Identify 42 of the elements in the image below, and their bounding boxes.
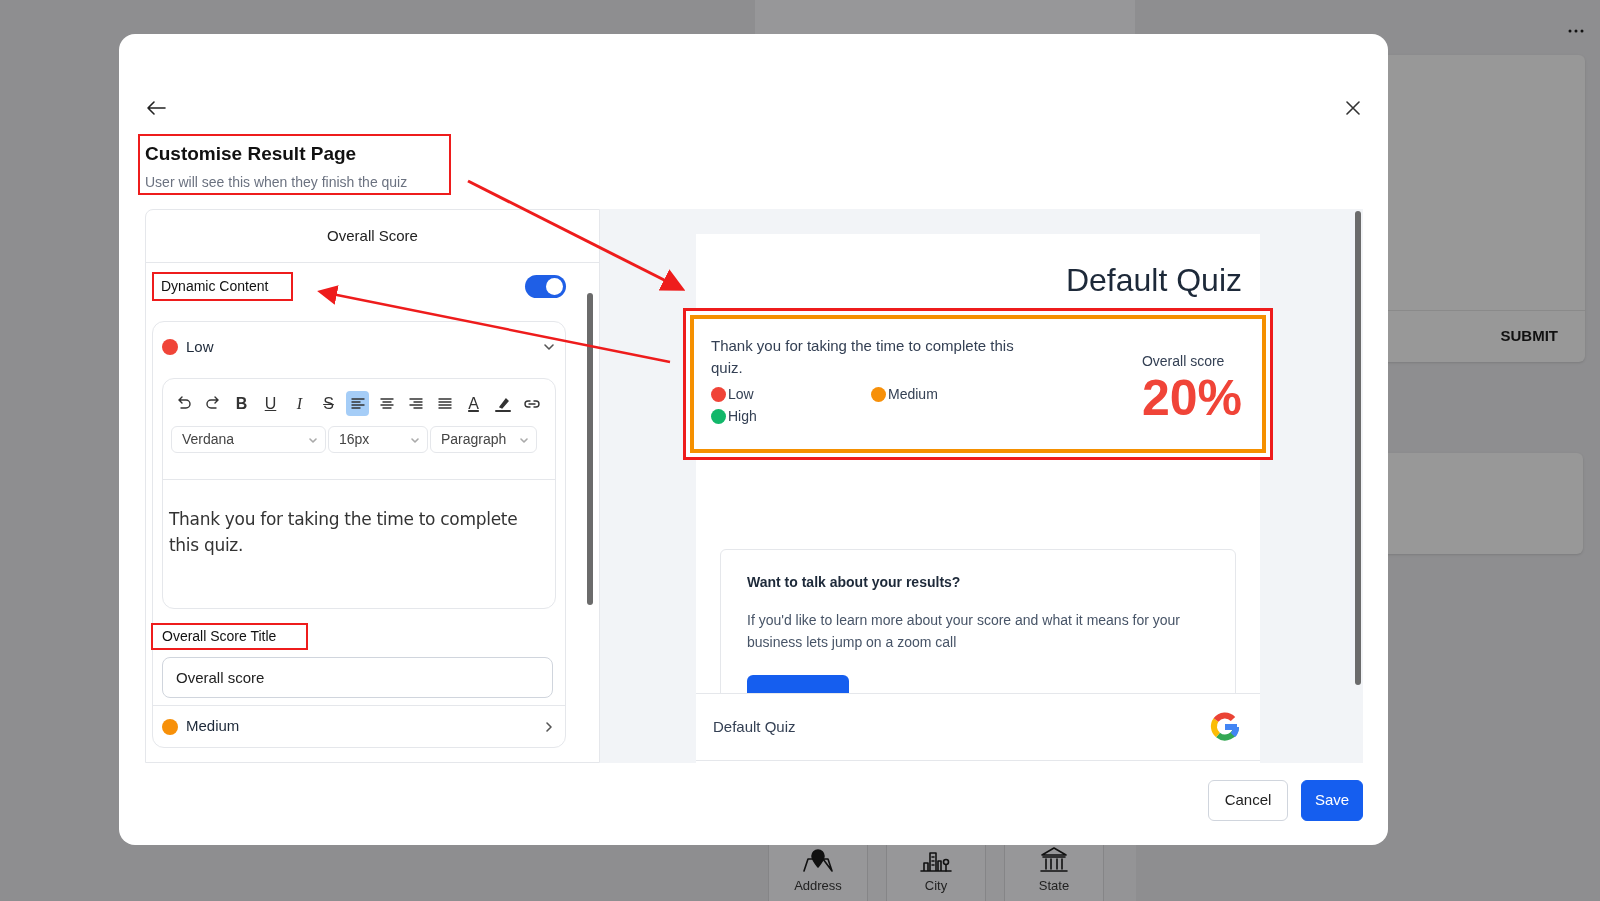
text-input[interactable]: Overall score: [162, 657, 553, 698]
score-value: 20%: [1141, 372, 1242, 424]
cta-title: Want to talk about your results?: [747, 573, 962, 592]
panel-tab[interactable]: Overall Score: [146, 210, 599, 263]
field-tile[interactable]: State: [1004, 845, 1104, 901]
strike-button[interactable]: S: [317, 391, 340, 416]
scrollbar[interactable]: [587, 293, 593, 605]
result-message: Thank you for taking the time to complete this quiz.: [711, 336, 1015, 378]
toggle-label: Dynamic Content: [161, 277, 269, 296]
submit-label[interactable]: SUBMIT: [1500, 325, 1558, 348]
cta-text: If you'd like to learn more about your score and what it means for your business lets jump on a zoom call: [747, 611, 1181, 652]
italic-button[interactable]: I: [288, 391, 311, 416]
scrollbar[interactable]: [1355, 211, 1361, 685]
toggle-switch[interactable]: [525, 275, 566, 298]
dialog-title: Customise Result Page: [145, 142, 358, 166]
dialog-subtitle: User will see this when they finish the quiz: [145, 172, 409, 192]
text-color-button[interactable]: A: [462, 391, 485, 416]
secondary-button[interactable]: Cancel: [1208, 780, 1288, 821]
level-row[interactable]: Medium: [153, 705, 565, 747]
google-logo-icon: [1209, 711, 1241, 743]
footer-title: Default Quiz: [713, 716, 796, 737]
field-tile[interactable]: Address: [768, 845, 868, 901]
format-select[interactable]: Paragraph: [430, 426, 537, 453]
field-tile[interactable]: City: [886, 845, 986, 901]
font-select[interactable]: Verdana: [171, 426, 326, 453]
editor-text: Thank you for taking the time to complete this quiz.: [169, 508, 519, 557]
back-arrow-icon: [146, 100, 166, 116]
primary-button[interactable]: Save: [1301, 780, 1363, 821]
level-row[interactable]: Low: [153, 326, 565, 368]
align-left-button[interactable]: [346, 391, 369, 416]
state-icon: [1037, 845, 1071, 873]
close-icon: [1346, 101, 1360, 115]
score-label: Overall score: [1141, 352, 1225, 371]
quiz-title: Default Quiz: [1064, 261, 1243, 300]
more-icon: [1568, 29, 1584, 33]
legend-label: High: [728, 406, 757, 426]
field-label: Overall Score Title: [162, 627, 277, 646]
legend-label: Medium: [888, 384, 938, 404]
legend-label: Low: [728, 384, 754, 404]
bold-button[interactable]: B: [230, 391, 253, 416]
underline-button[interactable]: U: [259, 391, 282, 416]
size-select[interactable]: 16px: [328, 426, 428, 453]
